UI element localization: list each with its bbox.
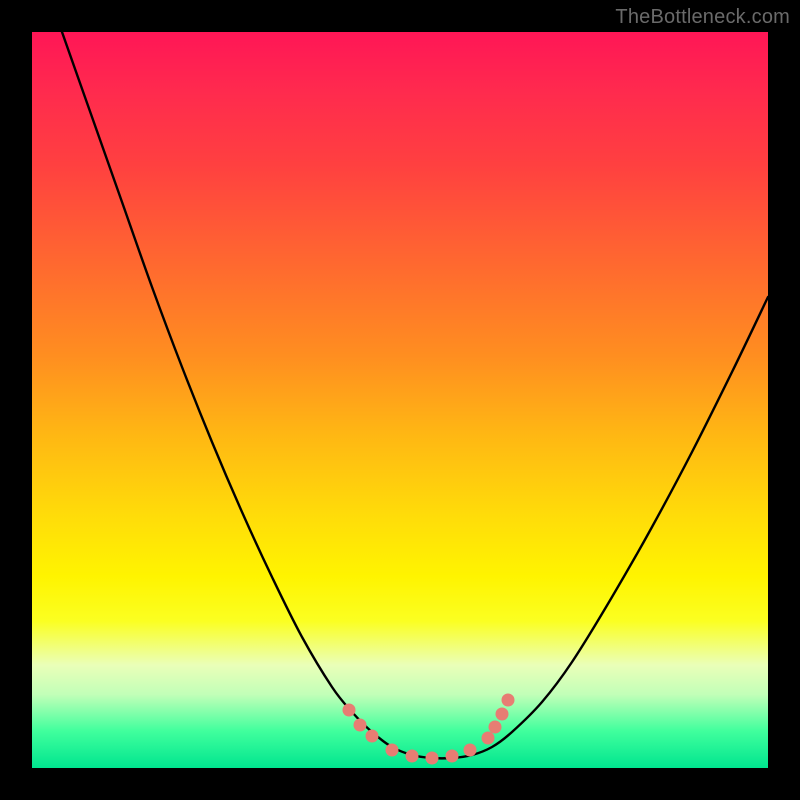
highlight-dot [496,708,509,721]
highlight-dot [354,719,367,732]
gradient-plot-area [32,32,768,768]
highlight-dot [464,744,477,757]
bottleneck-curve-path [62,32,768,758]
highlight-dot [446,750,459,763]
highlight-dot [502,694,515,707]
highlight-dot [406,750,419,763]
highlight-dot [426,752,439,765]
highlight-dot [366,730,379,743]
outer-black-frame: TheBottleneck.com [0,0,800,800]
highlight-dot [343,704,356,717]
highlight-dot [482,732,495,745]
highlight-dot [386,744,399,757]
watermark-text: TheBottleneck.com [615,6,790,29]
bottleneck-curve-svg [32,32,768,768]
highlight-dot [489,721,502,734]
